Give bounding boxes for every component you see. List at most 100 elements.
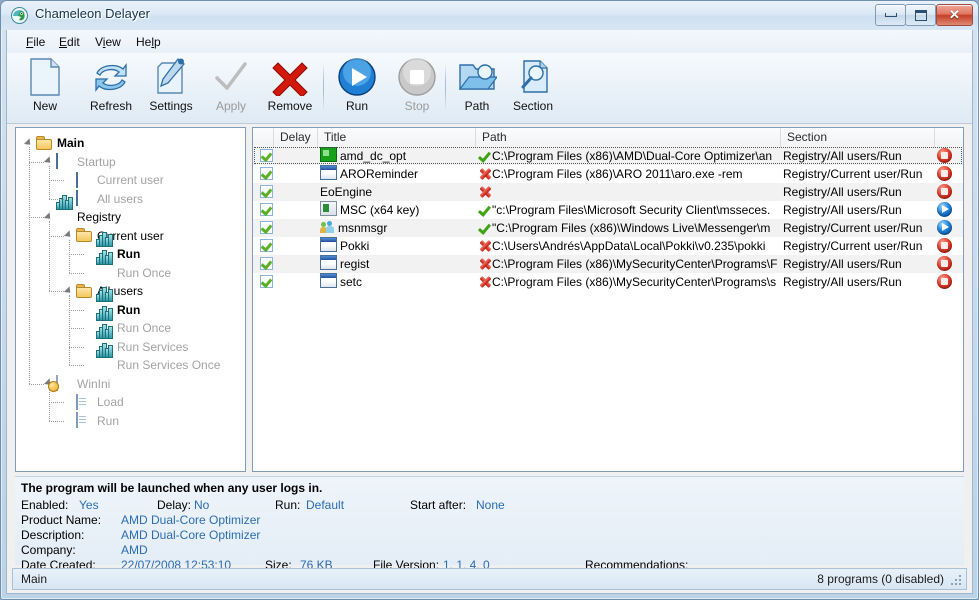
- toolbar-separator: [323, 63, 324, 111]
- row-enabled-checkbox[interactable]: [260, 167, 273, 180]
- folder-icon: [76, 228, 93, 243]
- cell-title: amd_dc_opt: [320, 147, 474, 165]
- cell-delay: [276, 273, 318, 291]
- startup-icon: [76, 171, 93, 188]
- cell-section: Registry/All users/Run: [783, 185, 902, 199]
- tree-item-registry[interactable]: Registry: [44, 194, 121, 226]
- row-enabled-checkbox[interactable]: [260, 257, 273, 270]
- tree-item-label: Startup: [77, 154, 116, 169]
- cell-delay: [276, 147, 318, 165]
- toolbar-run-button[interactable]: Run: [325, 56, 389, 120]
- row-enabled-checkbox[interactable]: [260, 149, 273, 162]
- stop-square-icon: [397, 56, 437, 98]
- row-run-icon[interactable]: [937, 202, 952, 217]
- row-enabled-checkbox[interactable]: [260, 221, 273, 234]
- toolbar-refresh-button[interactable]: Refresh: [79, 56, 143, 120]
- table-row[interactable]: regist C:\Program Files (x86)\MySecurityC…: [253, 255, 963, 273]
- tree-item-current-user[interactable]: Current user: [64, 171, 164, 189]
- row-enabled-checkbox[interactable]: [260, 239, 273, 252]
- table-row[interactable]: EoEngine Registry/All users/Run: [253, 183, 963, 201]
- table-row[interactable]: Pokki C:\Users\Andrés\AppData\Local\Pokki…: [253, 237, 963, 255]
- tree-item-run[interactable]: Run: [64, 412, 119, 430]
- tree-item-winini[interactable]: WinIni: [44, 375, 110, 393]
- cell-title-text: MSC (x64 key): [340, 203, 420, 217]
- menu-help[interactable]: Help: [131, 34, 166, 50]
- resize-grip-icon[interactable]: [950, 574, 963, 587]
- table-row[interactable]: amd_dc_opt C:\Program Files (x86)\AMD\Dua…: [253, 147, 963, 165]
- row-stop-icon[interactable]: [937, 274, 952, 289]
- row-stop-icon[interactable]: [937, 238, 952, 253]
- tree-item-main[interactable]: Main: [24, 134, 84, 152]
- column-header-section[interactable]: Section: [781, 128, 935, 147]
- toolbar-remove-label: Remove: [267, 99, 313, 113]
- row-enabled-checkbox[interactable]: [260, 203, 273, 216]
- doc-icon: [76, 393, 93, 410]
- table-row[interactable]: AROReminder C:\Program Files (x86)\ARO 20…: [253, 165, 963, 183]
- tree-panel[interactable]: Main Startup Current user All users Registry…: [15, 127, 246, 472]
- run-play-icon: [337, 56, 377, 98]
- close-button[interactable]: ✕: [936, 4, 973, 26]
- tree-connector: [69, 272, 84, 274]
- toolbar-stop-button[interactable]: Stop: [385, 56, 449, 120]
- row-enabled-checkbox[interactable]: [260, 185, 273, 198]
- tree-item-run-services-once[interactable]: Run Services Once: [84, 342, 220, 374]
- tree-item-all-users[interactable]: All users: [64, 190, 143, 208]
- status-bar: Main 8 programs (0 disabled): [12, 568, 967, 590]
- tree-item-label: Run Services: [117, 339, 189, 354]
- cell-title-text: AROReminder: [340, 167, 419, 181]
- details-product-label: Product Name:: [21, 513, 102, 527]
- tree-item-label: All users: [97, 191, 144, 206]
- details-start-after-value: None: [476, 498, 505, 512]
- close-icon: ✕: [949, 7, 960, 22]
- row-enabled-checkbox[interactable]: [260, 275, 273, 288]
- title-bar[interactable]: Chameleon Delayer ✕: [1, 1, 978, 30]
- column-header-title[interactable]: Title: [318, 128, 476, 147]
- toolbar-path-button[interactable]: Path: [445, 56, 509, 120]
- details-delay-value: No: [194, 498, 210, 512]
- cell-path-text: "c:\Program Files\Microsoft Security Cli…: [492, 203, 771, 217]
- cell-path-text: C:\Program Files (x86)\AMD\Dual-Core Opt…: [492, 149, 773, 163]
- column-header-path[interactable]: Path: [476, 128, 781, 147]
- tree-item-startup[interactable]: Startup: [44, 153, 116, 171]
- details-description-value: AMD Dual-Core Optimizer: [121, 528, 261, 542]
- cell-title-text: setc: [340, 275, 363, 289]
- row-stop-icon[interactable]: [937, 166, 952, 181]
- table-row[interactable]: msnmsgr "C:\Program Files (x86)\Windows L…: [253, 219, 963, 237]
- tree-item-current-user[interactable]: Current user: [64, 227, 164, 245]
- program-list[interactable]: Delay Title Path Section amd_dc_opt C:\Pr…: [252, 127, 964, 472]
- startup-icon: [76, 190, 93, 206]
- cell-section: Registry/Current user/Run: [783, 221, 923, 235]
- table-row[interactable]: MSC (x64 key) "c:\Program Files\Microsoft…: [253, 201, 963, 219]
- startup-icon: [56, 153, 73, 169]
- menu-file[interactable]: File: [21, 34, 50, 50]
- column-header-action[interactable]: [935, 128, 963, 147]
- minimize-button[interactable]: [875, 4, 906, 26]
- cell-path-text: C:\Program Files (x86)\MySecurityCenter\…: [492, 257, 778, 271]
- toolbar-apply-button[interactable]: Apply: [199, 56, 263, 120]
- toolbar-new-button[interactable]: New: [13, 56, 77, 120]
- column-header-check[interactable]: [253, 128, 274, 147]
- details-pane: The program will be launched when any us…: [15, 476, 964, 572]
- cell-title-text: amd_dc_opt: [340, 149, 407, 163]
- row-stop-icon[interactable]: [937, 148, 952, 163]
- menu-view[interactable]: View: [90, 34, 126, 50]
- maximize-button[interactable]: [905, 4, 936, 26]
- tree-connector: [69, 365, 84, 366]
- tree-item-label: Run Once: [117, 265, 172, 280]
- menu-bar: File Edit View Help: [7, 30, 972, 54]
- path-invalid-icon: [478, 167, 492, 181]
- row-stop-icon[interactable]: [937, 184, 952, 199]
- toolbar-settings-button[interactable]: Settings: [139, 56, 203, 120]
- toolbar-remove-button[interactable]: Remove: [258, 56, 322, 120]
- menu-edit[interactable]: Edit: [54, 34, 85, 50]
- column-header-delay[interactable]: Delay: [274, 128, 318, 147]
- toolbar-section-button[interactable]: Section: [501, 56, 565, 120]
- tree-item-run-once[interactable]: Run Once: [84, 250, 172, 282]
- tree-item-load[interactable]: Load: [64, 393, 124, 411]
- table-row[interactable]: setc C:\Program Files (x86)\MySecurityCen…: [253, 273, 963, 291]
- row-run-icon[interactable]: [937, 220, 952, 235]
- path-valid-icon: [478, 149, 492, 163]
- row-stop-icon[interactable]: [937, 256, 952, 271]
